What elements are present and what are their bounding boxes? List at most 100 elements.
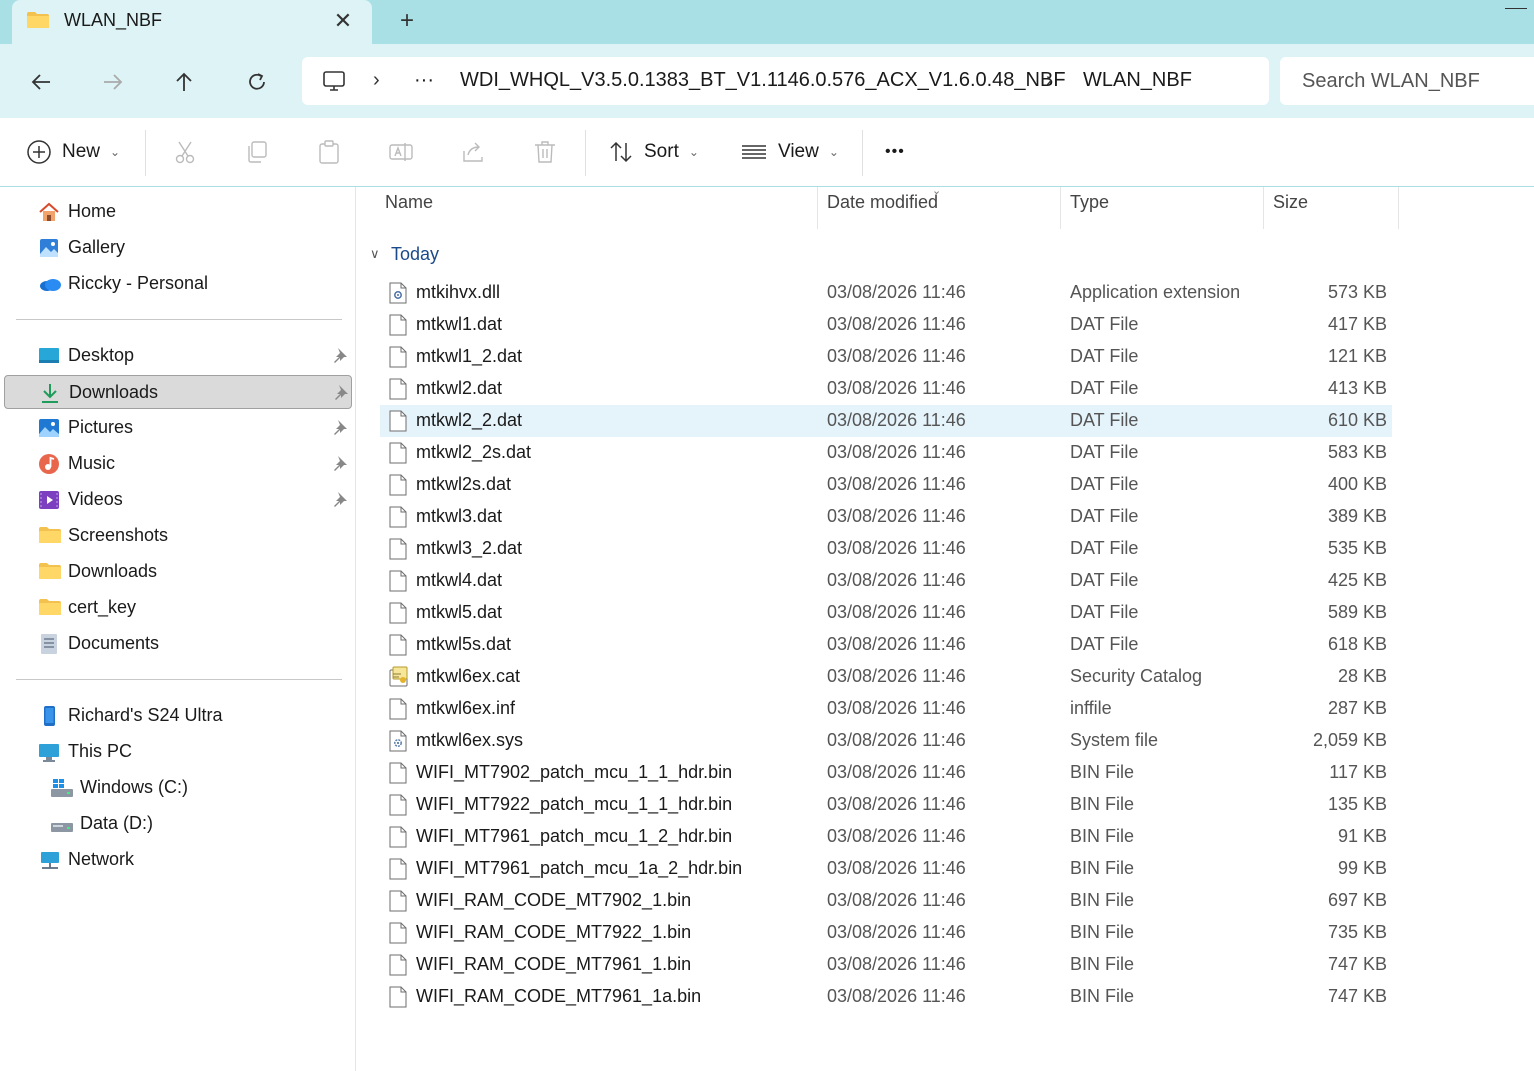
sidebar-item-richard-s-s24-ultra[interactable]: Richard's S24 Ultra (4, 699, 352, 733)
file-row[interactable]: mtkwl1.dat 03/08/2026 11:46 DAT File 417 KB (380, 309, 1392, 341)
file-row[interactable]: WIFI_RAM_CODE_MT7902_1.bin 03/08/2026 11:… (380, 885, 1392, 917)
column-divider[interactable] (1398, 187, 1399, 229)
navigation-pane: Home Gallery Riccky - Personal Desktop Down… (0, 187, 356, 1071)
sidebar-item-documents[interactable]: Documents (4, 627, 352, 661)
new-button[interactable]: New ⌄ (26, 136, 120, 168)
file-row[interactable]: WIFI_MT7961_patch_mcu_1a_2_hdr.bin 03/08/… (380, 853, 1392, 885)
column-header-name[interactable]: Name (385, 192, 433, 228)
file-row[interactable]: WIFI_MT7922_patch_mcu_1_1_hdr.bin 03/08/2… (380, 789, 1392, 821)
sidebar-item-network[interactable]: Network (4, 843, 352, 877)
sidebar-item-windows-c[interactable]: Windows (C:) (4, 771, 352, 805)
file-date-modified: 03/08/2026 11:46 (827, 410, 966, 430)
file-size: 99 KB (1337, 858, 1387, 878)
sidebar-item-screenshots[interactable]: Screenshots (4, 519, 352, 553)
file-row[interactable]: WIFI_RAM_CODE_MT7922_1.bin 03/08/2026 11:… (380, 917, 1392, 949)
file-icon (389, 762, 407, 784)
file-name: WIFI_RAM_CODE_MT7961_1a.bin (416, 986, 702, 1006)
file-size: 400 KB (1327, 474, 1387, 494)
computer-icon[interactable] (322, 69, 346, 93)
pin-icon[interactable] (333, 384, 349, 400)
delete-button[interactable] (532, 136, 558, 168)
breadcrumb-separator[interactable]: › (373, 69, 380, 92)
minimize-icon[interactable] (1505, 8, 1527, 9)
pin-icon[interactable] (332, 419, 348, 435)
back-button[interactable] (23, 64, 59, 100)
column-header-type[interactable]: Type (1070, 192, 1109, 228)
file-row[interactable]: mtkwl3_2.dat 03/08/2026 11:46 DAT File 535 … (380, 533, 1392, 565)
refresh-button[interactable] (239, 64, 275, 100)
sort-button[interactable]: Sort ⌄ (608, 136, 699, 168)
file-row[interactable]: mtkwl3.dat 03/08/2026 11:46 DAT File 389 KB (380, 501, 1392, 533)
file-size: 121 KB (1327, 346, 1387, 366)
file-name: mtkwl1_2.dat (416, 346, 523, 366)
file-row[interactable]: mtkwl6ex.inf 03/08/2026 11:46 inffile 287 K… (380, 693, 1392, 725)
sidebar-item-riccky-personal[interactable]: Riccky - Personal (4, 267, 352, 301)
search-placeholder: Search WLAN_NBF (1302, 70, 1480, 92)
copy-button[interactable] (244, 136, 270, 168)
sidebar-item-data-d[interactable]: Data (D:) (4, 807, 352, 841)
column-header-size[interactable]: Size (1273, 192, 1308, 228)
file-row[interactable]: WIFI_MT7902_patch_mcu_1_1_hdr.bin 03/08/2… (380, 757, 1392, 789)
file-name: WIFI_MT7961_patch_mcu_1a_2_hdr.bin (416, 858, 743, 878)
file-row[interactable]: mtkwl2.dat 03/08/2026 11:46 DAT File 413 KB (380, 373, 1392, 405)
file-row[interactable]: mtkwl5s.dat 03/08/2026 11:46 DAT File 618 K… (380, 629, 1392, 661)
file-row[interactable]: WIFI_RAM_CODE_MT7961_1a.bin 03/08/2026 11… (380, 981, 1392, 1013)
pin-icon[interactable] (332, 491, 348, 507)
file-row[interactable]: mtkwl6ex.sys 03/08/2026 11:46 System file 2… (380, 725, 1392, 757)
file-row[interactable]: mtkwl2s.dat 03/08/2026 11:46 DAT File 400 K… (380, 469, 1392, 501)
up-button[interactable] (166, 64, 202, 100)
file-type: DAT File (1070, 410, 1139, 430)
file-type: DAT File (1070, 442, 1139, 462)
file-date-modified: 03/08/2026 11:46 (827, 698, 966, 718)
file-row[interactable]: mtkwl6ex.cat 03/08/2026 11:46 Security Cat… (380, 661, 1392, 693)
sidebar-item-cert-key[interactable]: cert_key (4, 591, 352, 625)
file-row[interactable]: mtkihvx.dll 03/08/2026 11:46 Application e… (380, 277, 1392, 309)
sidebar-item-pictures[interactable]: Pictures (4, 411, 352, 445)
share-button[interactable] (460, 136, 486, 168)
file-type: DAT File (1070, 474, 1139, 494)
file-row[interactable]: mtkwl4.dat 03/08/2026 11:46 DAT File 425 KB (380, 565, 1392, 597)
file-row[interactable]: WIFI_RAM_CODE_MT7961_1.bin 03/08/2026 11:… (380, 949, 1392, 981)
column-divider[interactable] (817, 187, 818, 229)
cut-button[interactable] (172, 136, 198, 168)
pin-icon[interactable] (332, 455, 348, 471)
sidebar-item-downloads[interactable]: Downloads (4, 375, 352, 409)
forward-button[interactable] (95, 64, 131, 100)
file-icon (389, 506, 407, 528)
column-header-date[interactable]: Date modified (827, 192, 938, 228)
breadcrumb-item-current[interactable]: WLAN_NBF (1083, 69, 1192, 92)
sidebar-item-label: Music (68, 453, 116, 473)
search-input[interactable]: Search WLAN_NBF (1280, 57, 1534, 105)
folder-icon (38, 597, 61, 619)
sidebar-item-music[interactable]: Music (4, 447, 352, 481)
column-divider[interactable] (1060, 187, 1061, 229)
sidebar-item-desktop[interactable]: Desktop (4, 339, 352, 373)
command-bar: New ⌄ Sort ⌄ View ⌄ ••• (0, 118, 1534, 187)
column-divider[interactable] (1263, 187, 1264, 229)
sidebar-item-home[interactable]: Home (4, 195, 352, 229)
close-tab-icon[interactable]: ✕ (328, 6, 358, 36)
file-row[interactable]: mtkwl2_2.dat 03/08/2026 11:46 DAT File 610 … (380, 405, 1392, 437)
rename-button[interactable] (388, 136, 414, 168)
view-button[interactable]: View ⌄ (740, 136, 839, 168)
tab-wlan-nbf[interactable]: WLAN_NBF ✕ (12, 0, 372, 44)
new-tab-button[interactable]: + (392, 6, 422, 36)
sidebar-item-videos[interactable]: Videos (4, 483, 352, 517)
file-size: 2,059 KB (1312, 730, 1387, 750)
paste-button[interactable] (316, 136, 342, 168)
more-options-button[interactable]: ••• (885, 136, 905, 168)
breadcrumb-item-parent[interactable]: WDI_WHQL_V3.5.0.1383_BT_V1.1146.0.576_AC… (460, 69, 1066, 92)
sidebar-item-downloads[interactable]: Downloads (4, 555, 352, 589)
address-bar[interactable]: › ··· WDI_WHQL_V3.5.0.1383_BT_V1.1146.0.… (302, 57, 1269, 105)
divider (145, 130, 146, 176)
breadcrumb-separator[interactable]: › (1046, 69, 1053, 92)
file-row[interactable]: mtkwl1_2.dat 03/08/2026 11:46 DAT File 121 … (380, 341, 1392, 373)
file-row[interactable]: WIFI_MT7961_patch_mcu_1_2_hdr.bin 03/08/2… (380, 821, 1392, 853)
sidebar-item-this-pc[interactable]: This PC (4, 735, 352, 769)
file-size: 287 KB (1327, 698, 1387, 718)
file-row[interactable]: mtkwl5.dat 03/08/2026 11:46 DAT File 589 KB (380, 597, 1392, 629)
file-row[interactable]: mtkwl2_2s.dat 03/08/2026 11:46 DAT File 583… (380, 437, 1392, 469)
breadcrumb-ellipsis[interactable]: ··· (414, 69, 434, 92)
pin-icon[interactable] (332, 347, 348, 363)
sidebar-item-gallery[interactable]: Gallery (4, 231, 352, 265)
